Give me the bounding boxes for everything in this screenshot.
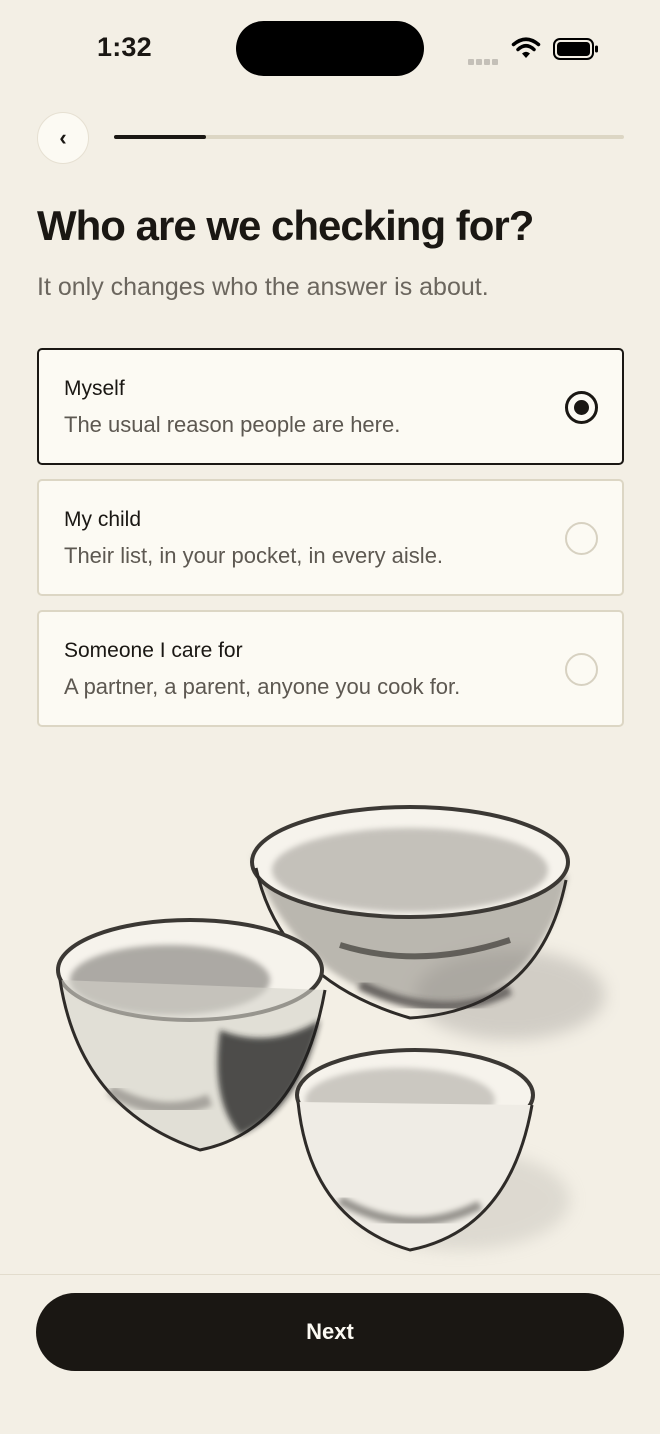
option-my-child[interactable]: My child Their list, in your pocket, in … [37, 479, 624, 596]
back-button[interactable]: ‹ [37, 112, 89, 164]
progress-fill [114, 135, 206, 139]
status-time: 1:32 [97, 32, 152, 62]
chevron-left-icon: ‹ [59, 125, 67, 150]
battery-icon [553, 38, 598, 60]
option-someone-i-care-for[interactable]: Someone I care for A partner, a parent, … [37, 610, 624, 727]
option-description: A partner, a parent, anyone you cook for… [64, 674, 461, 699]
radio-empty-icon[interactable] [565, 522, 598, 555]
option-description: Their list, in your pocket, in every ais… [64, 543, 444, 568]
option-title: Myself [64, 377, 125, 400]
option-title: Someone I care for [64, 639, 243, 662]
bowls-illustration [56, 805, 605, 1252]
signal-icon [468, 52, 500, 70]
page-subtitle: It only changes who the answer is about. [37, 273, 489, 301]
radio-empty-icon[interactable] [565, 653, 598, 686]
radio-selected-icon[interactable] [565, 391, 598, 424]
status-icons [466, 34, 602, 65]
progress-bar [114, 135, 624, 139]
option-description: The usual reason people are here. [64, 412, 401, 437]
dynamic-island [236, 21, 424, 76]
option-title: My child [64, 508, 142, 531]
wifi-icon [511, 37, 541, 58]
option-myself[interactable]: Myself The usual reason people are here. [37, 348, 624, 465]
footer-divider [0, 1274, 660, 1275]
next-button[interactable]: Next [36, 1293, 624, 1371]
screen: 1:32 ‹ Who are we checking for? It only … [0, 0, 660, 1434]
page-title: Who are we checking for? [37, 202, 534, 249]
